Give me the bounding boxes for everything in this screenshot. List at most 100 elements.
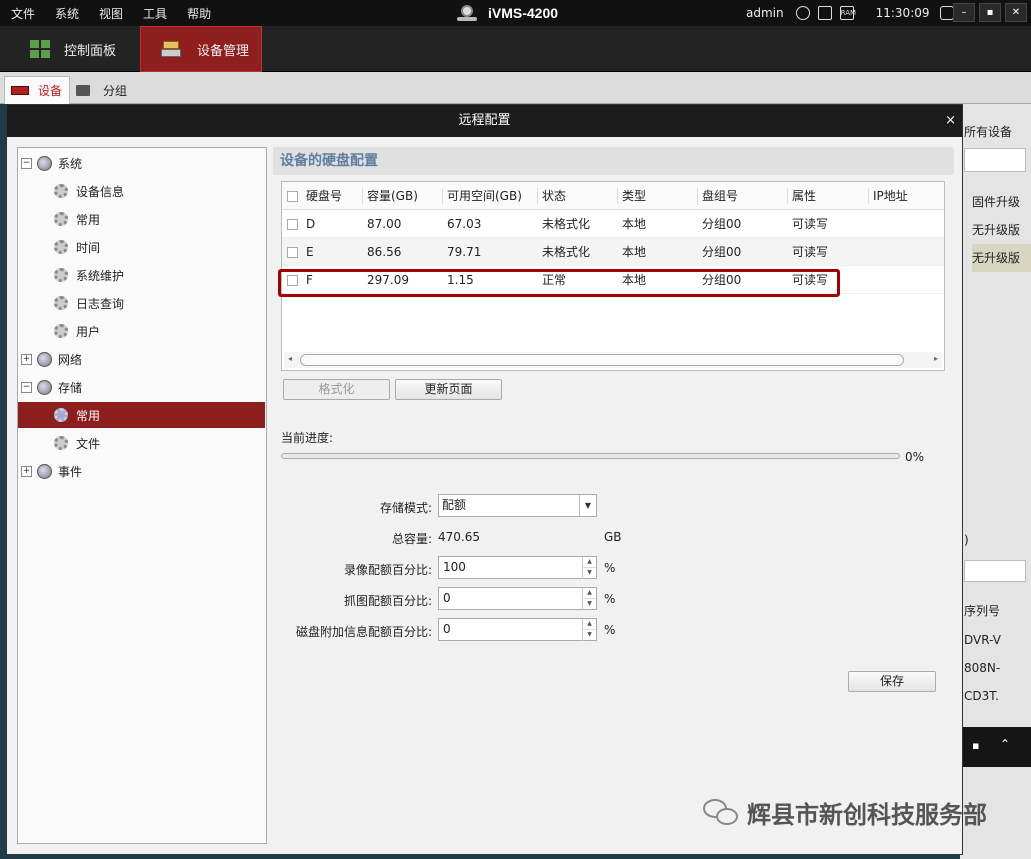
refresh-page-button[interactable]: 更新页面	[395, 379, 502, 400]
subtab-device[interactable]: 设备	[4, 76, 70, 104]
column-header[interactable]: 容量(GB)	[362, 188, 418, 204]
collapse-icon[interactable]: ⌃	[1000, 737, 1010, 751]
background-device-panel: 所有设备 固件升级 无升级版 无升级版 ) 序列号 DVR-V 808N- CD…	[960, 104, 1031, 859]
save-button[interactable]: 保存	[848, 671, 936, 692]
tab-control-panel[interactable]: 控制面板	[0, 26, 138, 72]
table-row[interactable]: F 297.09 1.15 正常 本地 分组00 可读写	[282, 266, 944, 294]
tree-node-storage-general[interactable]: 常用	[18, 402, 265, 428]
row-checkbox[interactable]	[287, 247, 298, 258]
tree-node-network[interactable]: + 网络	[18, 346, 265, 372]
cell-group: 分组00	[702, 245, 742, 259]
cell-attr: 可读写	[792, 273, 829, 287]
expand-toggle-icon[interactable]: +	[21, 353, 32, 365]
cell-status: 正常	[542, 273, 567, 287]
select-all-checkbox[interactable]	[287, 191, 298, 202]
folder-icon	[76, 84, 90, 96]
network-status-icon[interactable]	[795, 6, 810, 20]
scroll-right-icon[interactable]: ▸	[934, 354, 938, 363]
menu-file[interactable]: 文件	[0, 5, 44, 22]
extra-info-quota-stepper[interactable]: 0 ▲ ▼	[438, 618, 597, 641]
serial-row: CD3T.	[964, 689, 999, 703]
storage-mode-select[interactable]: 配额 ▼	[438, 494, 597, 517]
cell-group: 分组00	[702, 273, 742, 287]
stepper-down-icon[interactable]: ▼	[582, 599, 596, 610]
table-row[interactable]: D 87.00 67.03 未格式化 本地 分组00 可读写	[282, 210, 944, 238]
menu-tools[interactable]: 工具	[132, 5, 176, 22]
expand-toggle-icon[interactable]: +	[21, 465, 32, 477]
progress-bar	[281, 453, 900, 459]
background-search-box[interactable]	[964, 148, 1026, 172]
stepper-up-icon[interactable]: ▲	[582, 619, 596, 630]
stepper-down-icon[interactable]: ▼	[582, 630, 596, 641]
close-window-button[interactable]: ✕	[1005, 3, 1027, 22]
background-filter-box[interactable]	[964, 560, 1026, 582]
cell-capacity: 86.56	[367, 245, 402, 259]
dialog-titlebar: 远程配置 ×	[7, 105, 962, 137]
column-header[interactable]: 类型	[617, 188, 646, 204]
close-icon[interactable]: ×	[945, 105, 956, 137]
device-management-icon	[161, 40, 181, 58]
row-checkbox[interactable]	[287, 275, 298, 286]
maximize-button[interactable]: ▪	[979, 3, 1001, 22]
column-header[interactable]: 盘组号	[697, 188, 738, 204]
app-title-area: iVMS-4200	[456, 0, 558, 26]
serial-header: 序列号	[964, 604, 1001, 618]
chevron-down-icon[interactable]: ▼	[579, 495, 596, 516]
tree-node-log-query[interactable]: 日志查询	[18, 290, 265, 316]
cell-status: 未格式化	[542, 245, 591, 259]
column-header[interactable]: 状态	[537, 188, 566, 204]
menu-system[interactable]: 系统	[44, 5, 88, 22]
scroll-left-icon[interactable]: ◂	[288, 354, 292, 363]
tree-node-maintenance[interactable]: 系统维护	[18, 262, 265, 288]
column-header[interactable]: IP地址	[868, 188, 908, 204]
record-quota-stepper[interactable]: 100 ▲ ▼	[438, 556, 597, 579]
lock-icon[interactable]	[939, 6, 954, 20]
stepper-up-icon[interactable]: ▲	[582, 557, 596, 568]
menu-help[interactable]: 帮助	[176, 5, 220, 22]
subtab-group[interactable]: 分组	[76, 76, 127, 104]
stepper-up-icon[interactable]: ▲	[582, 588, 596, 599]
globe-icon	[37, 351, 52, 367]
background-dark-bar: ▪ ⌃	[960, 727, 1031, 767]
tree-node-system[interactable]: − 系统	[18, 150, 265, 176]
cell-free: 1.15	[447, 273, 474, 287]
restore-icon[interactable]: ▪	[972, 739, 979, 752]
minimize-button[interactable]: –	[953, 3, 975, 22]
column-header[interactable]: 可用空间(GB)	[442, 188, 522, 204]
collapse-toggle-icon[interactable]: −	[21, 157, 32, 169]
column-header[interactable]: 硬盘号	[306, 182, 342, 210]
tree-node-file[interactable]: 文件	[18, 430, 265, 456]
remote-config-dialog: 远程配置 × − 系统 设备信息 常用 时间 系统维护 日志查询 用户 + 网络…	[6, 104, 963, 855]
scroll-thumb[interactable]	[300, 354, 904, 366]
total-capacity-unit: GB	[604, 530, 622, 544]
clock: 11:30:09	[875, 6, 930, 20]
app-title: iVMS-4200	[488, 5, 559, 21]
all-devices-header: 所有设备	[964, 125, 1013, 139]
dialog-title: 远程配置	[458, 113, 511, 128]
cell-type: 本地	[622, 273, 647, 287]
row-checkbox[interactable]	[287, 219, 298, 230]
format-button[interactable]: 格式化	[283, 379, 390, 400]
control-panel-icon	[30, 40, 50, 58]
tree-node-general[interactable]: 常用	[18, 206, 265, 232]
tree-label: 存储	[58, 380, 83, 395]
table-row[interactable]: E 86.56 79.71 未格式化 本地 分组00 可读写	[282, 238, 944, 266]
snapshot-quota-value: 0	[443, 591, 451, 605]
cpu-status-icon[interactable]	[817, 6, 832, 20]
column-header[interactable]: 属性	[787, 188, 816, 204]
ram-status-icon[interactable]: RAM	[839, 6, 856, 20]
tree-node-event[interactable]: + 事件	[18, 458, 265, 484]
gear-icon	[54, 268, 68, 282]
snapshot-quota-stepper[interactable]: 0 ▲ ▼	[438, 587, 597, 610]
tree-node-time[interactable]: 时间	[18, 234, 265, 260]
menu-view[interactable]: 视图	[88, 5, 132, 22]
collapse-toggle-icon[interactable]: −	[21, 381, 32, 393]
cell-disk: D	[306, 217, 316, 231]
tree-node-storage[interactable]: − 存储	[18, 374, 265, 400]
horizontal-scrollbar[interactable]: ◂ ▸	[284, 352, 942, 368]
gear-icon	[54, 296, 68, 310]
stepper-down-icon[interactable]: ▼	[582, 568, 596, 579]
tree-node-device-info[interactable]: 设备信息	[18, 178, 265, 204]
tab-device-management[interactable]: 设备管理	[140, 26, 262, 72]
tree-node-user[interactable]: 用户	[18, 318, 265, 344]
